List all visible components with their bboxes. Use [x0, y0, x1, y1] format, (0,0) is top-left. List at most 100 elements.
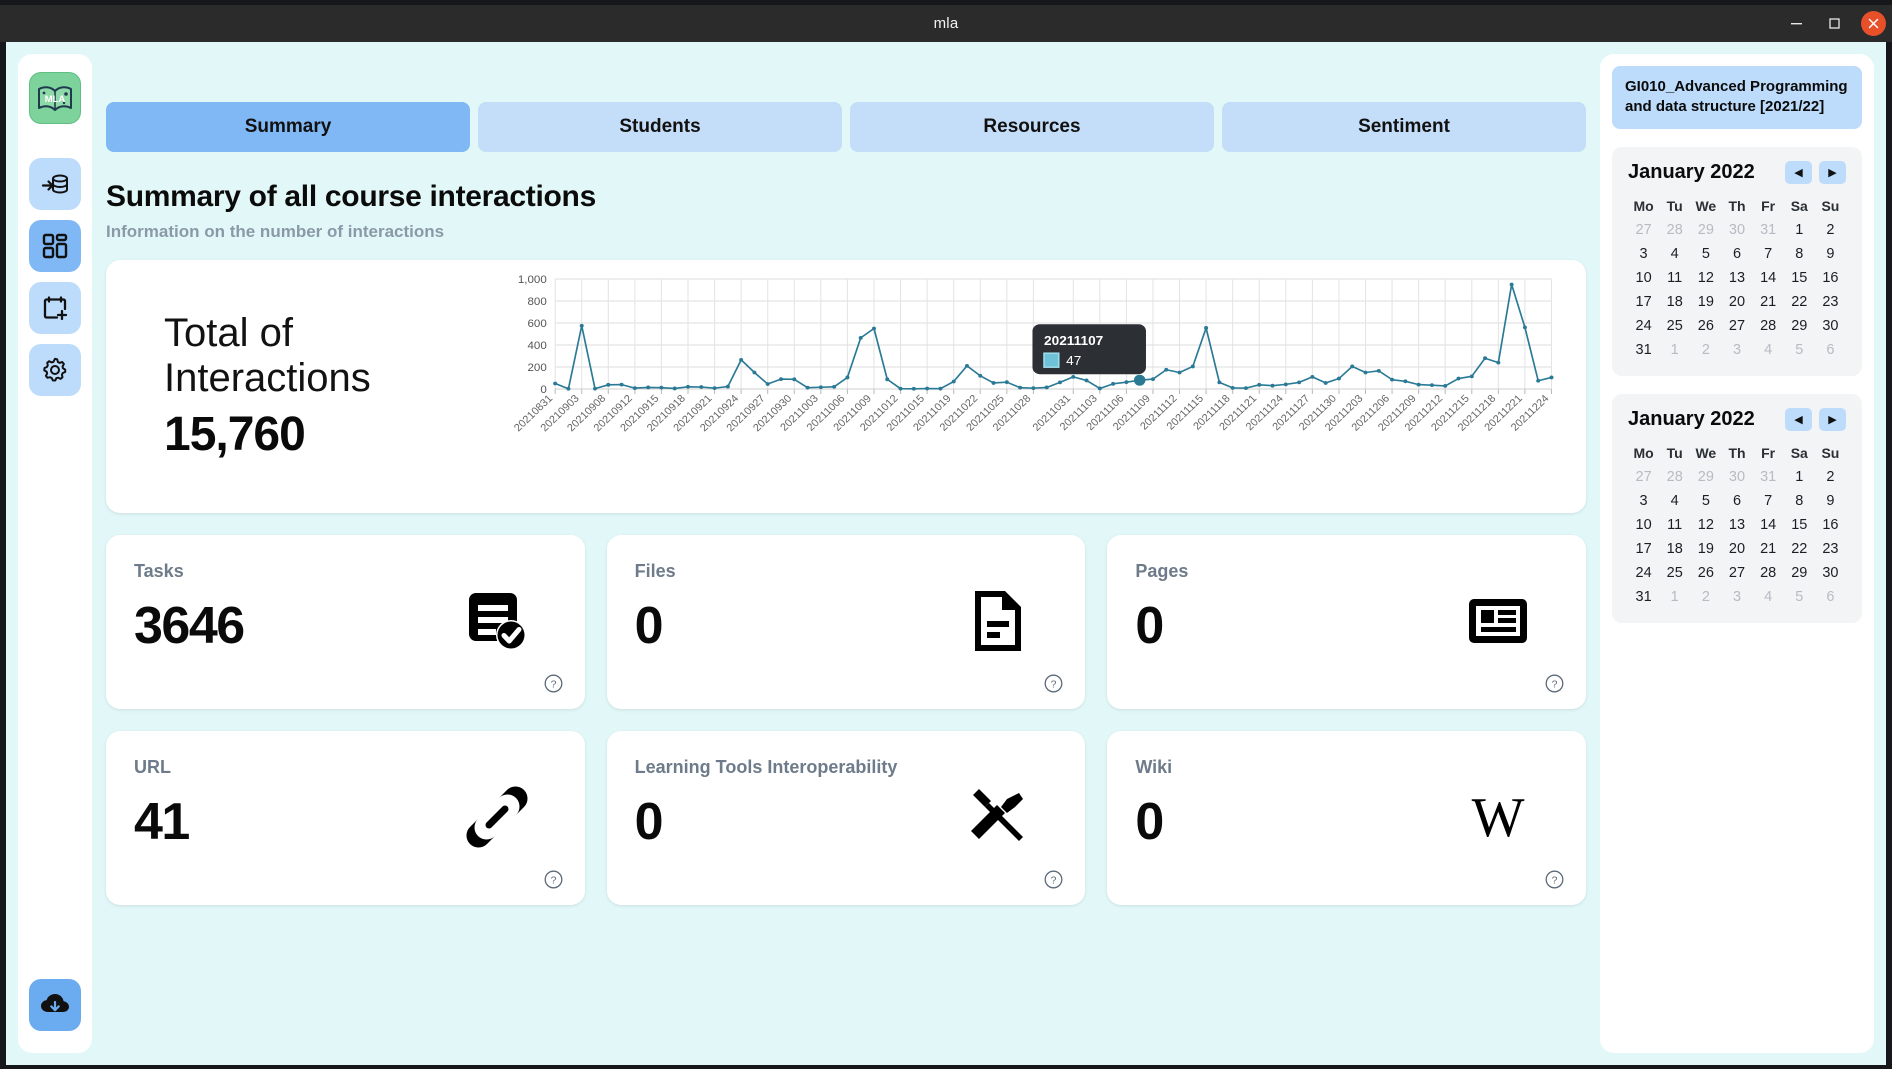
calendar-day[interactable]: 21 [1753, 294, 1784, 310]
calendar-day[interactable]: 26 [1690, 565, 1721, 581]
calendar-day[interactable]: 2 [1815, 222, 1846, 238]
sidebar-item-dashboard[interactable] [29, 220, 81, 272]
calendar-day[interactable]: 9 [1815, 493, 1846, 509]
calendar-day[interactable]: 1 [1784, 469, 1815, 485]
calendar-day[interactable]: 28 [1753, 565, 1784, 581]
calendar-day[interactable]: 5 [1690, 246, 1721, 262]
calendar-day[interactable]: 18 [1659, 294, 1690, 310]
calendar-day[interactable]: 29 [1690, 469, 1721, 485]
calendar-day[interactable]: 31 [1628, 342, 1659, 358]
tab-summary[interactable]: Summary [106, 102, 470, 152]
calendar-day[interactable]: 4 [1753, 342, 1784, 358]
calendar-day[interactable]: 29 [1784, 318, 1815, 334]
calendar-day[interactable]: 27 [1628, 469, 1659, 485]
calendar-day[interactable]: 20 [1721, 294, 1752, 310]
calendar-day[interactable]: 6 [1815, 342, 1846, 358]
calendar-day[interactable]: 3 [1628, 493, 1659, 509]
sidebar-item-calendar[interactable] [29, 282, 81, 334]
calendar-day[interactable]: 25 [1659, 565, 1690, 581]
calendar-day[interactable]: 30 [1721, 222, 1752, 238]
calendar-day[interactable]: 21 [1753, 541, 1784, 557]
calendar-day[interactable]: 11 [1659, 517, 1690, 533]
calendar-day[interactable]: 1 [1784, 222, 1815, 238]
help-icon[interactable]: ? [1044, 870, 1063, 889]
close-button[interactable] [1861, 11, 1886, 36]
calendar-day[interactable]: 1 [1659, 589, 1690, 605]
calendar-day[interactable]: 24 [1628, 565, 1659, 581]
calendar-day[interactable]: 13 [1721, 270, 1752, 286]
calendar-day[interactable]: 20 [1721, 541, 1752, 557]
calendar-day[interactable]: 6 [1721, 246, 1752, 262]
calendar-day[interactable]: 27 [1721, 565, 1752, 581]
calendar-day[interactable]: 27 [1628, 222, 1659, 238]
calendar-day[interactable]: 14 [1753, 517, 1784, 533]
calendar-day[interactable]: 6 [1815, 589, 1846, 605]
calendar-day[interactable]: 13 [1721, 517, 1752, 533]
calendar-day[interactable]: 8 [1784, 493, 1815, 509]
calendar-day[interactable]: 29 [1784, 565, 1815, 581]
calendar-day[interactable]: 2 [1815, 469, 1846, 485]
maximize-button[interactable] [1823, 13, 1845, 35]
calendar-day[interactable]: 28 [1753, 318, 1784, 334]
calendar-day[interactable]: 6 [1721, 493, 1752, 509]
calendar-day[interactable]: 9 [1815, 246, 1846, 262]
calendar-day[interactable]: 4 [1659, 493, 1690, 509]
calendar-day[interactable]: 8 [1784, 246, 1815, 262]
calendar-day[interactable]: 3 [1721, 589, 1752, 605]
calendar-day[interactable]: 26 [1690, 318, 1721, 334]
course-selector[interactable]: GI010_Advanced Programming and data stru… [1612, 66, 1862, 129]
calendar-day[interactable]: 24 [1628, 318, 1659, 334]
calendar-day[interactable]: 31 [1628, 589, 1659, 605]
minimize-button[interactable] [1785, 13, 1807, 35]
calendar-day[interactable]: 11 [1659, 270, 1690, 286]
calendar-day[interactable]: 1 [1659, 342, 1690, 358]
calendar-day[interactable]: 28 [1659, 469, 1690, 485]
calendar-day[interactable]: 4 [1753, 589, 1784, 605]
help-icon[interactable]: ? [1545, 674, 1564, 693]
calendar-day[interactable]: 5 [1784, 589, 1815, 605]
calendar-day[interactable]: 15 [1784, 270, 1815, 286]
calendar-day[interactable]: 3 [1721, 342, 1752, 358]
calendar-day[interactable]: 2 [1690, 589, 1721, 605]
calendar-day[interactable]: 12 [1690, 517, 1721, 533]
calendar-day[interactable]: 18 [1659, 541, 1690, 557]
calendar-day[interactable]: 22 [1784, 294, 1815, 310]
calendar-day[interactable]: 30 [1721, 469, 1752, 485]
calendar-day[interactable]: 17 [1628, 294, 1659, 310]
calendar-day[interactable]: 23 [1815, 541, 1846, 557]
calendar-day[interactable]: 27 [1721, 318, 1752, 334]
calendar-day[interactable]: 30 [1815, 318, 1846, 334]
calendar-day[interactable]: 31 [1753, 222, 1784, 238]
calendar-day[interactable]: 5 [1690, 493, 1721, 509]
calendar-day[interactable]: 31 [1753, 469, 1784, 485]
calendar-day[interactable]: 12 [1690, 270, 1721, 286]
calendar-day[interactable]: 14 [1753, 270, 1784, 286]
calendar-day[interactable]: 19 [1690, 294, 1721, 310]
help-icon[interactable]: ? [544, 674, 563, 693]
calendar-day[interactable]: 23 [1815, 294, 1846, 310]
calendar-day[interactable]: 16 [1815, 517, 1846, 533]
calendar-prev-button[interactable]: ◀ [1785, 160, 1812, 184]
interactions-line-chart[interactable]: 0 200 400 600 800 1,000 20210831 20210903 202109… [490, 269, 1562, 504]
help-icon[interactable]: ? [544, 870, 563, 889]
sidebar-item-settings[interactable] [29, 344, 81, 396]
calendar-day[interactable]: 25 [1659, 318, 1690, 334]
calendar-day[interactable]: 7 [1753, 246, 1784, 262]
calendar-day[interactable]: 3 [1628, 246, 1659, 262]
tab-sentiment[interactable]: Sentiment [1222, 102, 1586, 152]
calendar-day[interactable]: 4 [1659, 246, 1690, 262]
calendar-day[interactable]: 16 [1815, 270, 1846, 286]
calendar-day[interactable]: 7 [1753, 493, 1784, 509]
calendar-prev-button[interactable]: ◀ [1785, 407, 1812, 431]
calendar-day[interactable]: 17 [1628, 541, 1659, 557]
tab-resources[interactable]: Resources [850, 102, 1214, 152]
calendar-day[interactable]: 19 [1690, 541, 1721, 557]
sidebar-item-data-import[interactable] [29, 158, 81, 210]
download-button[interactable] [29, 979, 81, 1031]
calendar-day[interactable]: 10 [1628, 517, 1659, 533]
help-icon[interactable]: ? [1044, 674, 1063, 693]
calendar-day[interactable]: 28 [1659, 222, 1690, 238]
calendar-day[interactable]: 29 [1690, 222, 1721, 238]
calendar-day[interactable]: 22 [1784, 541, 1815, 557]
calendar-next-button[interactable]: ▶ [1819, 160, 1846, 184]
